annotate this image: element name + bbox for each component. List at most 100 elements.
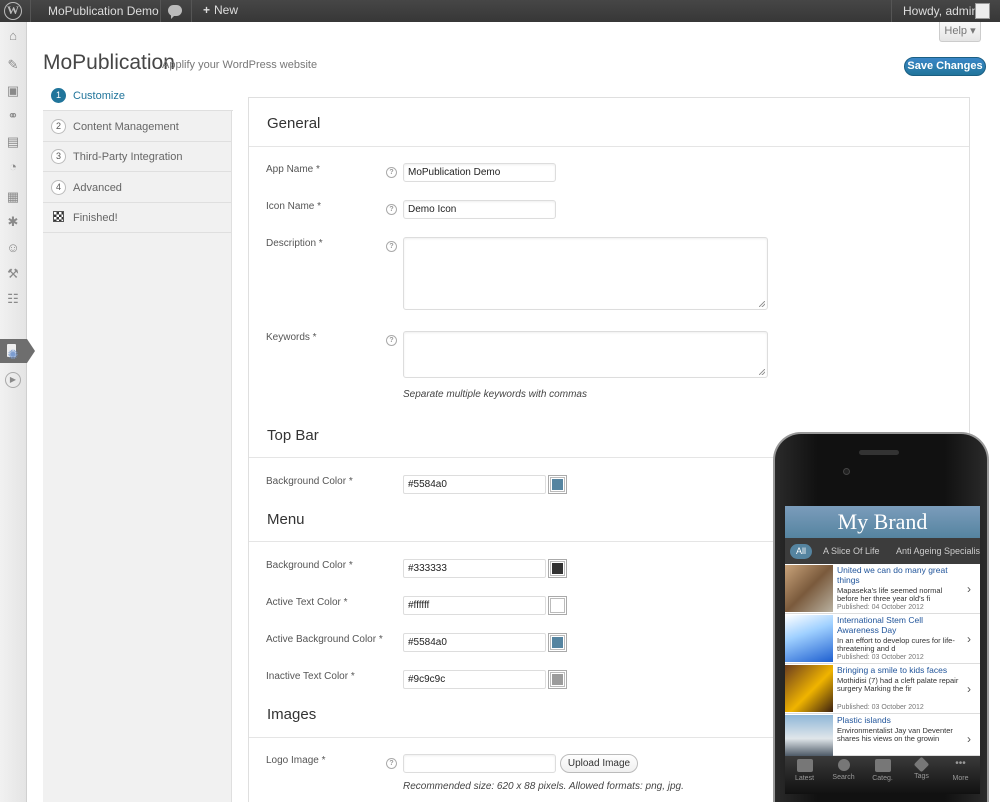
plugin-gear-icon[interactable]: ✺ [5,347,21,363]
plugins-icon[interactable]: ✱ [5,214,21,230]
article-item[interactable]: International Stem Cell Awareness Day In… [785,614,980,664]
help-tooltip-icon[interactable]: ? [386,335,397,346]
tab-bar: Latest Search Categ. Tags ••• More [785,756,980,794]
logo-image-input[interactable] [403,754,556,773]
settings-icon[interactable]: ☷ [5,291,21,307]
category-all[interactable]: All [790,544,812,559]
step-content-management[interactable]: 2 Content Management [43,112,232,142]
wordpress-logo-icon[interactable]: W [4,2,22,20]
keywords-textarea[interactable] [403,331,768,378]
step-number: 2 [51,119,66,134]
active-background-color-label: Active Background Color * [266,634,383,645]
tab-more[interactable]: ••• More [941,759,980,783]
active-text-color-label: Active Text Color * [266,597,348,608]
step-advanced[interactable]: 4 Advanced [43,173,232,203]
step-label: Customize [73,90,125,102]
tab-label: Search [832,774,855,781]
tab-tags[interactable]: Tags [902,756,941,780]
article-date: Published: 03 October 2012 [837,704,924,711]
tab-label: Latest [794,775,815,782]
step-customize[interactable]: 1 Customize [43,81,233,111]
description-label: Description * [266,238,323,249]
menu-background-color-input[interactable]: #333333 [403,559,546,578]
color-swatch[interactable] [548,475,567,494]
users-icon[interactable]: ☺ [5,240,21,256]
icon-name-label: Icon Name * [266,201,322,212]
appearance-icon[interactable]: ▦ [5,189,21,205]
article-excerpt: Mothidisi (7) had a cleft palate repair … [837,676,959,693]
phone-camera [843,468,850,475]
active-background-color-input[interactable]: #5584a0 [403,633,546,652]
tab-label: More [952,775,969,782]
step-label: Finished! [73,212,118,224]
comments-icon[interactable] [168,5,182,19]
category-item[interactable]: A Slice Of Life [823,546,880,556]
comments-menu-icon[interactable]: ◔ [5,159,21,175]
active-text-color-input[interactable]: #ffffff [403,596,546,615]
article-title: Bringing a smile to kids faces [837,665,948,675]
help-tab[interactable]: Help ▾ [939,22,981,42]
collapse-menu-icon[interactable]: ▶ [5,372,21,388]
site-name-link[interactable]: MoPublication Demo [48,4,159,18]
save-changes-button[interactable]: Save Changes [904,57,986,76]
chevron-right-icon: › [967,732,971,746]
tab-categories[interactable]: Categ. [863,759,902,782]
step-number: 3 [51,149,66,164]
top-bar-background-color-label: Background Color * [266,476,353,487]
tab-label: Tags [914,773,929,780]
step-number: 1 [51,88,66,103]
help-tooltip-icon[interactable]: ? [386,167,397,178]
color-swatch[interactable] [548,559,567,578]
help-tooltip-icon[interactable]: ? [386,241,397,252]
help-tooltip-icon[interactable]: ? [386,758,397,769]
category-bar: All A Slice Of Life Anti Ageing Speciali… [785,538,980,564]
tab-latest[interactable]: Latest [785,759,824,782]
menu-background-color-label: Background Color * [266,560,353,571]
upload-image-button[interactable]: Upload Image [560,754,638,773]
app-name-label: App Name * [266,164,320,175]
howdy-user-link[interactable]: Howdy, admin [903,4,978,18]
color-swatch[interactable] [548,633,567,652]
links-icon[interactable]: ⚭ [5,108,21,124]
new-content-link[interactable]: + New [203,3,238,17]
keywords-hint: Separate multiple keywords with commas [403,389,587,400]
avatar[interactable] [975,3,990,19]
help-label: Help [944,25,968,37]
color-swatch[interactable] [548,596,567,615]
step-third-party-integration[interactable]: 3 Third-Party Integration [43,142,232,172]
chevron-right-icon: › [967,632,971,646]
phone-preview: My Brand All A Slice Of Life Anti Ageing… [773,432,989,802]
phone-screen: My Brand All A Slice Of Life Anti Ageing… [785,506,980,794]
divider [30,0,31,22]
latest-icon [796,759,813,772]
triangle-down-icon: ▾ [970,25,976,37]
brand-header: My Brand [785,506,980,538]
article-item[interactable]: Bringing a smile to kids faces Mothidisi… [785,664,980,714]
step-number: 4 [51,180,66,195]
posts-pin-icon[interactable]: ✎ [5,57,21,73]
color-swatch[interactable] [548,670,567,689]
dashboard-icon[interactable]: ⌂ [5,28,21,44]
phone-speaker [859,450,899,455]
admin-bar: W MoPublication Demo + New Howdy, admin [0,0,1000,22]
checkered-flag-icon [53,211,64,222]
page-title: MoPublication [43,51,175,74]
media-icon[interactable]: ▣ [5,83,21,99]
tools-icon[interactable]: ⚒ [5,266,21,282]
keywords-label: Keywords * [266,332,317,343]
article-item[interactable]: United we can do many great things Mapas… [785,564,980,614]
article-item[interactable]: Plastic islands Environmentalist Jay van… [785,714,980,762]
help-tooltip-icon[interactable]: ? [386,204,397,215]
divider [249,146,969,147]
step-finished[interactable]: Finished! [43,203,232,233]
section-heading-general: General [267,115,321,132]
category-item[interactable]: Anti Ageing Specialists [896,546,980,556]
inactive-text-color-input[interactable]: #9c9c9c [403,670,546,689]
description-textarea[interactable] [403,237,768,310]
app-name-input[interactable]: MoPublication Demo [403,163,556,182]
top-bar-background-color-input[interactable]: #5584a0 [403,475,546,494]
pages-icon[interactable]: ▤ [5,134,21,150]
icon-name-input[interactable]: Demo Icon [403,200,556,219]
plus-icon: + [203,3,211,17]
tab-search[interactable]: Search [824,759,863,781]
